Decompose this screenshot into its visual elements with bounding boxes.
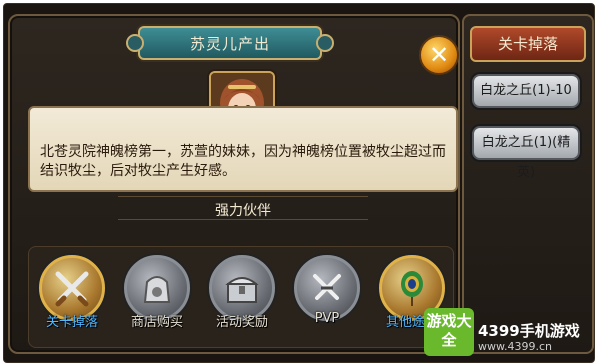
close-x-icon: ✕ (428, 41, 450, 69)
source-pvp[interactable]: PVP (292, 255, 362, 326)
source-label: PVP (314, 311, 340, 326)
source-stage-drop[interactable]: 关卡掉落 (37, 255, 107, 330)
stage-button[interactable]: 白龙之丘(1)-10 (472, 74, 580, 108)
stage-drop-sidebar: 关卡掉落 白龙之丘(1)-10 白龙之丘(1)(精英) (462, 14, 594, 354)
character-tag: 强力伙伴 (215, 203, 271, 219)
watermark-url: www.4399.cn (478, 340, 552, 353)
sidebar-title: 关卡掉落 (470, 26, 586, 62)
source-icons-panel: 关卡掉落 商店购买 活动奖励 PVP 其他途径 (28, 246, 454, 348)
dialog-title: 苏灵儿产出 (189, 35, 270, 53)
character-tag-bar: 强力伙伴 (118, 196, 368, 220)
character-description: 北苍灵院神魄榜第一，苏萱的妹妹，因为神魄榜位置被牧尘超过而结识牧尘，后对牧尘产生… (40, 144, 446, 179)
source-label: 活动奖励 (215, 315, 268, 330)
character-description-box: 北苍灵院神魄榜第一，苏萱的妹妹，因为神魄榜位置被牧尘超过而结识牧尘，后对牧尘产生… (28, 106, 458, 192)
close-button[interactable]: ✕ (419, 35, 459, 75)
watermark-brand: 4399手机游戏 (478, 322, 580, 340)
source-label: 关卡掉落 (45, 315, 98, 330)
title-banner: 苏灵儿产出 (126, 26, 334, 60)
source-label: 商店购买 (130, 315, 183, 330)
watermark-logo: 游戏大全 (424, 308, 474, 356)
stage-button-elite[interactable]: 白龙之丘(1)(精英) (472, 126, 580, 180)
drop-source-panel: 苏灵儿产出 ✕ 北苍灵院神魄榜第一，苏萱的妹妹，因为神魄榜位置被牧尘超过而结识牧… (8, 14, 460, 354)
source-shop[interactable]: 商店购买 (122, 255, 192, 330)
source-event-reward[interactable]: 活动奖励 (207, 255, 277, 330)
